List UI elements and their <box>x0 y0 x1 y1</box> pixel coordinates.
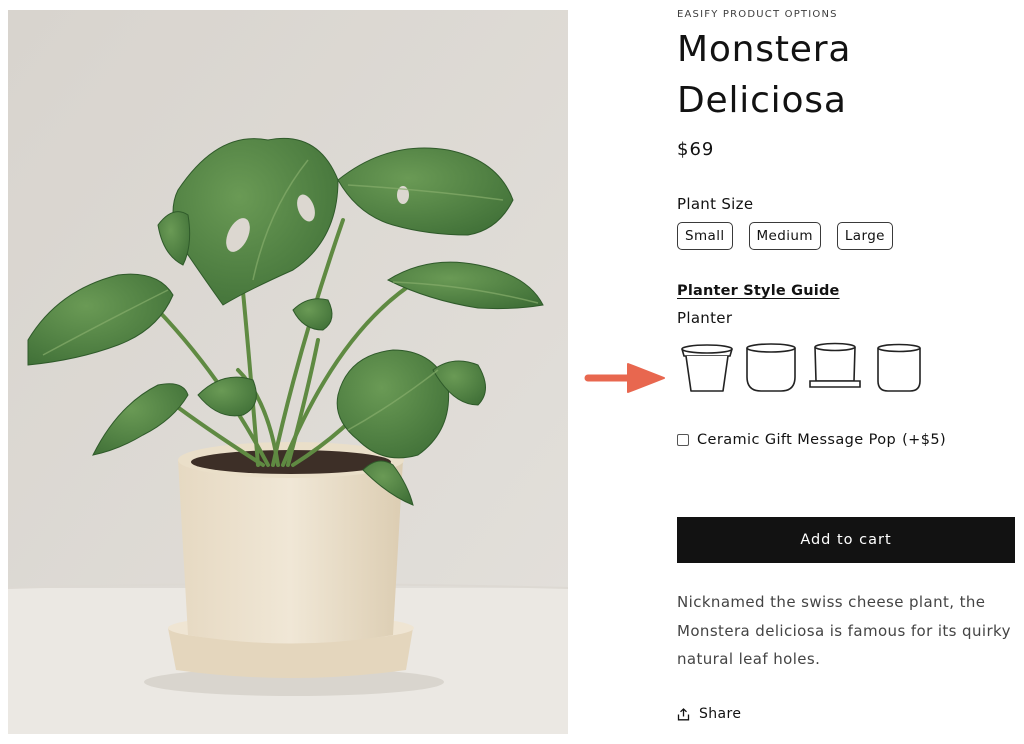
gift-message-option[interactable]: Ceramic Gift Message Pop (+$5) <box>677 432 946 448</box>
planter-option-4[interactable] <box>869 336 929 398</box>
cylinder-planter-icon <box>877 343 921 392</box>
round-bowl-planter-icon <box>746 343 796 392</box>
vendor-name: EASIFY PRODUCT OPTIONS <box>677 9 838 20</box>
tapered-rim-planter-icon <box>681 344 733 392</box>
add-to-cart-button[interactable]: Add to cart <box>677 517 1015 563</box>
plant-size-label: Plant Size <box>677 195 754 213</box>
product-image <box>8 10 568 734</box>
gift-message-label: Ceramic Gift Message Pop <box>697 432 897 448</box>
share-button[interactable]: Share <box>677 706 741 722</box>
planter-option-3[interactable] <box>805 336 865 398</box>
product-title: Monstera Deliciosa <box>677 29 852 121</box>
planter-style-guide-link[interactable]: Planter Style Guide <box>677 283 840 299</box>
gift-message-checkbox[interactable] <box>677 434 689 446</box>
planter-option-2[interactable] <box>741 336 801 398</box>
product-price: $69 <box>677 139 715 160</box>
planter-label: Planter <box>677 309 733 327</box>
share-icon <box>677 707 690 720</box>
annotation-arrow-icon <box>584 360 668 400</box>
planter-option-1[interactable] <box>677 336 737 398</box>
size-option-small[interactable]: Small <box>677 222 733 250</box>
saucer-planter-icon <box>809 342 861 388</box>
planter-options <box>677 336 929 398</box>
size-option-medium[interactable]: Medium <box>748 222 821 250</box>
share-label: Share <box>699 706 742 722</box>
plant-size-options: Small Medium Large <box>677 222 893 250</box>
product-description: Nicknamed the swiss cheese plant, the Mo… <box>677 593 1011 668</box>
gift-message-price: (+$5) <box>902 432 947 448</box>
size-option-large[interactable]: Large <box>836 222 893 250</box>
